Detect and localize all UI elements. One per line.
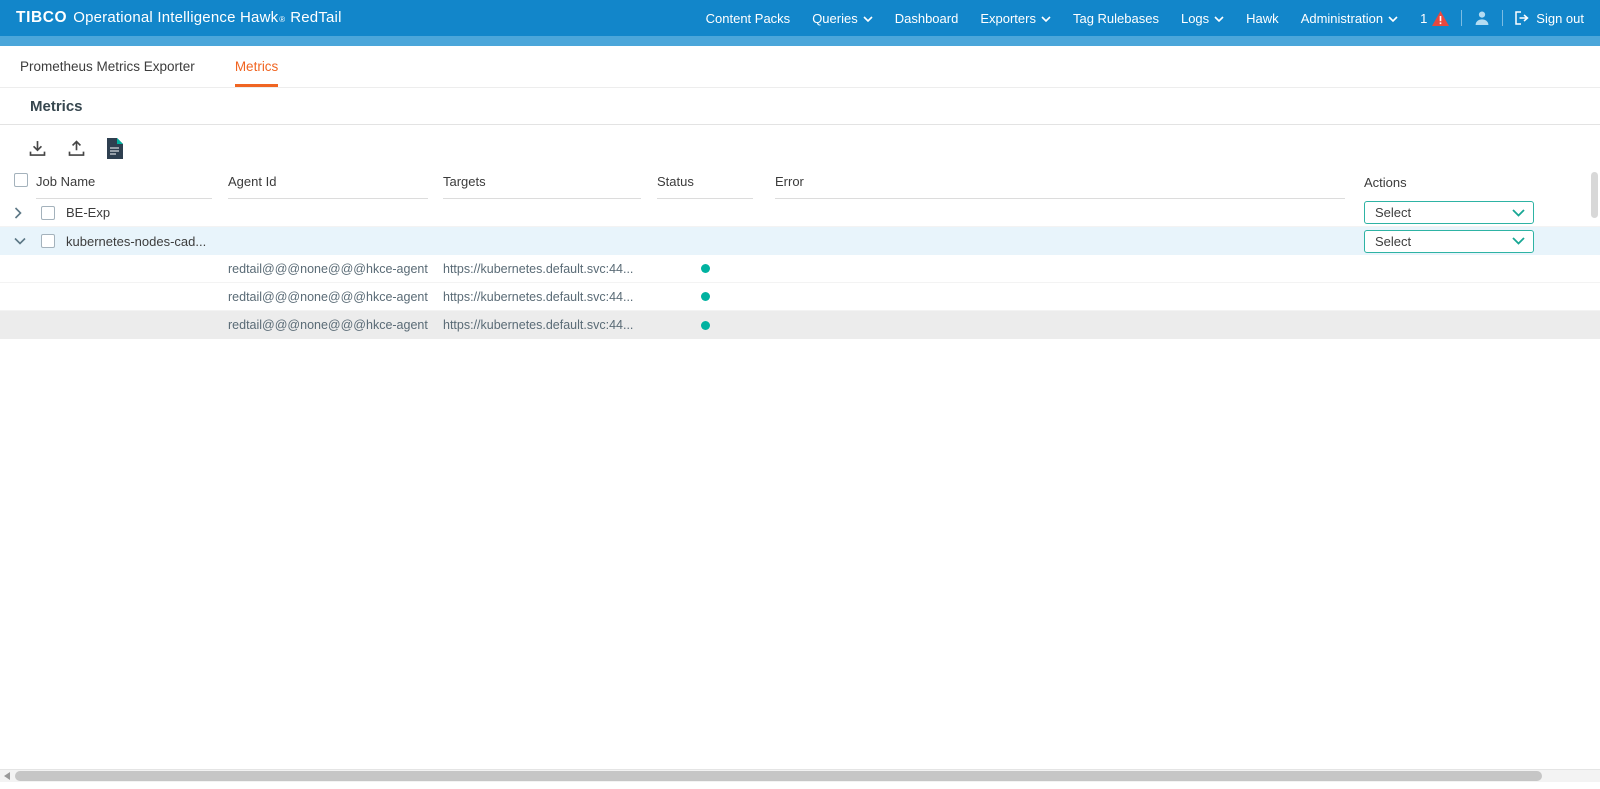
row-checkbox[interactable]: [41, 206, 55, 220]
select-value: Select: [1375, 205, 1411, 220]
navbar-right: 1 Sign out: [1420, 10, 1584, 26]
chevron-down-icon: [1041, 16, 1051, 22]
chevron-down-icon: [1214, 16, 1224, 22]
nav-item-label: Queries: [812, 11, 858, 26]
agent-id: redtail@@@none@@@hkce-agent-se: [228, 262, 428, 276]
header-job-name: Job Name: [36, 174, 212, 199]
alerts-indicator[interactable]: 1: [1420, 11, 1449, 26]
left-arrow-icon: [4, 772, 10, 780]
column-header-label: Targets: [443, 174, 486, 189]
brand-product: RedTail: [290, 9, 341, 26]
nav-item-administration[interactable]: Administration: [1301, 11, 1398, 26]
column-header-label: Actions: [1364, 175, 1407, 190]
nav-item-exporters[interactable]: Exporters: [980, 11, 1051, 26]
report-icon: [106, 138, 124, 159]
chevron-down-icon: [1512, 209, 1525, 217]
navbar-secondary-strip: [0, 36, 1600, 46]
nav-item-tag-rulebases[interactable]: Tag Rulebases: [1073, 11, 1159, 26]
row-action-select[interactable]: Select: [1364, 201, 1534, 224]
divider: [1461, 10, 1462, 26]
agent-id: redtail@@@none@@@hkce-agent-se: [228, 318, 428, 332]
header-error: Error: [775, 174, 1345, 199]
warning-triangle-icon: [1432, 11, 1449, 26]
tab-bar: Prometheus Metrics Exporter Metrics: [0, 46, 1600, 88]
nav-item-label: Logs: [1181, 11, 1209, 26]
horizontal-scrollbar[interactable]: [0, 769, 1600, 782]
nav-item-queries[interactable]: Queries: [812, 11, 873, 26]
download-icon: [27, 138, 48, 159]
sign-out-icon: [1515, 11, 1530, 25]
target-url: https://kubernetes.default.svc:44...: [443, 290, 641, 304]
brand-registered-mark: ®: [279, 15, 285, 24]
user-icon: [1474, 10, 1490, 26]
header-agent-id: Agent Id: [228, 174, 428, 199]
select-value: Select: [1375, 234, 1411, 249]
nav-item-label: Hawk: [1246, 11, 1279, 26]
agent-id: redtail@@@none@@@hkce-agent-se: [228, 290, 428, 304]
tab-label: Prometheus Metrics Exporter: [20, 59, 195, 74]
report-button[interactable]: [103, 136, 127, 160]
table-header: Job Name Agent Id Targets Status Error A…: [0, 169, 1600, 199]
tab-label: Metrics: [235, 59, 279, 74]
status-up-dot: [701, 264, 710, 273]
nav-item-dashboard[interactable]: Dashboard: [895, 11, 959, 26]
header-checkbox-cell: [14, 173, 36, 199]
nav-item-label: Content Packs: [706, 11, 791, 26]
header-targets: Targets: [443, 174, 641, 199]
upload-icon: [66, 138, 87, 159]
expand-chevron-icon[interactable]: [14, 207, 22, 219]
select-all-checkbox[interactable]: [14, 173, 28, 187]
job-name: kubernetes-nodes-cad...: [66, 234, 212, 249]
target-subrow: redtail@@@none@@@hkce-agent-se https://k…: [0, 255, 1600, 283]
main-nav: Content Packs Queries Dashboard Exporter…: [706, 11, 1398, 26]
target-subrow: redtail@@@none@@@hkce-agent-se https://k…: [0, 311, 1600, 339]
sign-out-button[interactable]: Sign out: [1515, 11, 1584, 26]
scroll-left-arrow[interactable]: [0, 770, 14, 782]
nav-item-content-packs[interactable]: Content Packs: [706, 11, 791, 26]
header-actions: Actions: [1364, 175, 1554, 199]
chevron-down-icon: [1512, 237, 1525, 245]
download-button[interactable]: [25, 136, 49, 160]
tab-metrics[interactable]: Metrics: [235, 46, 279, 87]
chevron-down-icon: [863, 16, 873, 22]
tab-prometheus-metrics-exporter[interactable]: Prometheus Metrics Exporter: [20, 46, 195, 87]
nav-item-label: Dashboard: [895, 11, 959, 26]
column-header-label: Error: [775, 174, 804, 189]
divider: [1502, 10, 1503, 26]
row-checkbox[interactable]: [41, 234, 55, 248]
horizontal-scrollbar-thumb[interactable]: [15, 771, 1542, 781]
brand-title: Operational Intelligence Hawk: [73, 9, 278, 26]
alert-count: 1: [1420, 11, 1427, 26]
metrics-toolbar: [0, 125, 1600, 169]
vertical-scrollbar-thumb[interactable]: [1591, 172, 1598, 218]
panel-header: Metrics: [0, 88, 1600, 125]
table-row: BE-Exp Select: [0, 199, 1600, 227]
collapse-chevron-icon[interactable]: [14, 237, 26, 245]
target-subrow: redtail@@@none@@@hkce-agent-se https://k…: [0, 283, 1600, 311]
status-up-dot: [701, 321, 710, 330]
nav-item-label: Administration: [1301, 11, 1383, 26]
target-url: https://kubernetes.default.svc:44...: [443, 318, 641, 332]
brand-tibco: TIBCO: [16, 9, 67, 27]
column-header-label: Agent Id: [228, 174, 276, 189]
job-name: BE-Exp: [66, 205, 212, 220]
user-profile-button[interactable]: [1474, 10, 1490, 26]
header-status: Status: [657, 174, 753, 199]
sign-out-label: Sign out: [1536, 11, 1584, 26]
upload-button[interactable]: [64, 136, 88, 160]
table-row: kubernetes-nodes-cad... Select: [0, 227, 1600, 255]
brand-logo: TIBCO Operational Intelligence Hawk® Red…: [16, 9, 342, 27]
row-action-select[interactable]: Select: [1364, 230, 1534, 253]
target-url: https://kubernetes.default.svc:44...: [443, 262, 641, 276]
nav-item-logs[interactable]: Logs: [1181, 11, 1224, 26]
column-header-label: Job Name: [36, 174, 95, 189]
page-title: Metrics: [30, 98, 83, 115]
top-navbar: TIBCO Operational Intelligence Hawk® Red…: [0, 0, 1600, 36]
status-up-dot: [701, 292, 710, 301]
column-header-label: Status: [657, 174, 694, 189]
nav-item-label: Exporters: [980, 11, 1036, 26]
nav-item-label: Tag Rulebases: [1073, 11, 1159, 26]
chevron-down-icon: [1388, 16, 1398, 22]
nav-item-hawk[interactable]: Hawk: [1246, 11, 1279, 26]
